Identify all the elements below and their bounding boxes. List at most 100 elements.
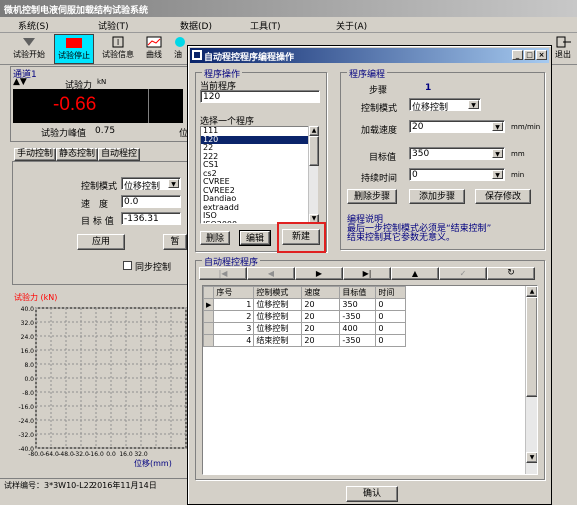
- program-list[interactable]: 111 120 22 222 CS1 cs2 CVREE CVREE2 Dandiao extra…: [200, 126, 316, 224]
- chevron-down-icon[interactable]: ▼: [492, 170, 503, 179]
- menu-test[interactable]: 试验(T): [98, 19, 129, 32]
- first-record-icon[interactable]: |◀: [199, 267, 247, 280]
- curve-button[interactable]: 曲线: [142, 34, 166, 64]
- program-list-item[interactable]: 22: [201, 143, 315, 153]
- grid-cell[interactable]: 位移控制: [253, 298, 303, 311]
- grid-cell[interactable]: 0: [375, 310, 407, 323]
- maximize-icon[interactable]: □: [524, 50, 535, 60]
- menu-about[interactable]: 关于(A): [336, 19, 367, 32]
- grid-cell[interactable]: 0: [375, 322, 407, 335]
- scroll-up-icon[interactable]: ▲: [526, 286, 537, 297]
- chevron-down-icon[interactable]: ▼: [492, 149, 503, 158]
- chevron-down-icon[interactable]: ▼: [168, 179, 179, 188]
- plot-xtick: -80.0: [28, 451, 44, 458]
- manual-target-field[interactable]: -136.31: [121, 212, 181, 225]
- info-icon: I: [112, 36, 124, 48]
- scroll-down-icon[interactable]: ▼: [526, 452, 537, 463]
- ok-button[interactable]: 确认: [346, 486, 398, 502]
- grid-column-header[interactable]: 控制模式: [253, 286, 303, 299]
- program-list-item[interactable]: 111: [201, 127, 315, 136]
- grid-cell[interactable]: 350: [339, 298, 377, 311]
- sort-arrows-icon[interactable]: ▲▼: [13, 77, 27, 87]
- grid-cell[interactable]: 位移控制: [253, 310, 303, 323]
- grid-cell[interactable]: 4: [213, 334, 255, 347]
- table-row[interactable]: 4 结束控制 20 -350 0: [203, 334, 407, 347]
- prior-record-icon[interactable]: ◀: [247, 267, 295, 280]
- grid-cell[interactable]: 20: [301, 310, 341, 323]
- grid-cell[interactable]: 结束控制: [253, 334, 303, 347]
- mode-value: 位移控制: [412, 103, 449, 113]
- start-test-button[interactable]: 试验开始: [8, 34, 50, 64]
- manual-speed-field[interactable]: 0.0: [121, 195, 181, 208]
- speed-select[interactable]: 20 ▼: [409, 120, 505, 133]
- hold-select[interactable]: 0 ▼: [409, 168, 505, 181]
- grid-cell[interactable]: 2: [213, 310, 255, 323]
- tab-manual[interactable]: 手动控制: [14, 148, 56, 161]
- grid-column-header[interactable]: 序号: [213, 286, 255, 299]
- menu-system[interactable]: 系统(S): [18, 19, 49, 32]
- auto-program-group: 自动程控程序 |◀ ◀ ▶ ▶| ▲ ✓ ↻ 序号 控制模式 速度 目标值 时间 ▶ 1 位移…: [195, 255, 545, 480]
- tab-static[interactable]: 静态控制: [56, 148, 98, 161]
- grid-cell[interactable]: 20: [301, 322, 341, 335]
- sync-checkbox[interactable]: [123, 261, 132, 270]
- oil-button[interactable]: 油: [170, 34, 186, 64]
- program-list-item[interactable]: 120: [201, 135, 315, 144]
- plot-ytick: 8.0: [24, 362, 34, 369]
- plot-ytick: -32.0: [18, 432, 34, 439]
- close-icon[interactable]: ×: [536, 50, 547, 60]
- grid-cell[interactable]: 0: [375, 298, 407, 311]
- next-record-icon[interactable]: ▶: [295, 267, 343, 280]
- menu-tools[interactable]: 工具(T): [250, 19, 281, 32]
- scroll-up-icon[interactable]: ▲: [309, 126, 319, 136]
- tab-auto[interactable]: 自动程控: [98, 148, 140, 161]
- table-row[interactable]: 3 位移控制 20 400 0: [203, 322, 407, 335]
- menu-data[interactable]: 数据(D): [180, 19, 212, 32]
- save-changes-button[interactable]: 保存修改: [475, 189, 531, 204]
- grid-cell[interactable]: 20: [301, 298, 341, 311]
- delete-step-button[interactable]: 删除步骤: [347, 189, 397, 204]
- plot-ytick: 0.0: [24, 376, 34, 383]
- grid-column-header[interactable]: 速度: [301, 286, 341, 299]
- delete-program-button[interactable]: 删除: [200, 231, 230, 245]
- grid-vscrollbar[interactable]: ▲ ▼: [525, 286, 537, 474]
- manual-speed-label: 速 度: [81, 200, 109, 210]
- grid-cell[interactable]: -350: [339, 334, 377, 347]
- add-step-button[interactable]: 添加步骤: [409, 189, 465, 204]
- target-select[interactable]: 350 ▼: [409, 147, 505, 160]
- exit-button[interactable]: 退出: [551, 34, 575, 64]
- grid-cell[interactable]: 20: [301, 334, 341, 347]
- grid-cell[interactable]: 3: [213, 322, 255, 335]
- current-program-field[interactable]: 120: [200, 90, 320, 103]
- table-row[interactable]: 2 位移控制 20 -350 0: [203, 310, 407, 323]
- insert-record-icon[interactable]: ▲: [391, 267, 439, 280]
- stop-test-button[interactable]: 试验停止: [54, 34, 94, 64]
- grid-cell[interactable]: -350: [339, 310, 377, 323]
- post-edit-icon[interactable]: ✓: [439, 267, 487, 280]
- new-program-button[interactable]: 新建: [282, 229, 320, 245]
- chevron-down-icon[interactable]: ▼: [468, 100, 479, 109]
- grid-cell[interactable]: 1: [213, 298, 255, 311]
- grid-column-header[interactable]: 时间: [375, 286, 407, 299]
- grid-column-header[interactable]: 目标值: [339, 286, 377, 299]
- edit-program-button[interactable]: 编辑: [239, 230, 271, 246]
- chevron-down-icon[interactable]: ▼: [492, 122, 503, 131]
- mode-select[interactable]: 位移控制 ▼: [409, 98, 481, 113]
- pause-button[interactable]: 暂: [163, 234, 187, 250]
- grid-cell[interactable]: 位移控制: [253, 322, 303, 335]
- grid-cell[interactable]: 0: [375, 334, 407, 347]
- minimize-icon[interactable]: _: [512, 50, 523, 60]
- refresh-icon[interactable]: ↻: [487, 267, 535, 280]
- program-grid[interactable]: 序号 控制模式 速度 目标值 时间 ▶ 1 位移控制 20 350 0 2 位移控制 20 -350 0 3 位移…: [202, 285, 538, 475]
- program-list-item[interactable]: CS1: [201, 160, 315, 170]
- manual-mode-select[interactable]: 位移控制 ▼: [121, 177, 181, 192]
- grid-scroll-thumb[interactable]: [526, 297, 537, 397]
- scroll-thumb[interactable]: [309, 136, 319, 166]
- grid-cell[interactable]: 400: [339, 322, 377, 335]
- test-info-button[interactable]: I 试验信息: [98, 34, 138, 64]
- apply-button[interactable]: 应用: [77, 234, 125, 250]
- program-list-item[interactable]: extraadd: [201, 203, 315, 213]
- program-list-scrollbar[interactable]: ▲ ▼: [308, 126, 319, 224]
- last-record-icon[interactable]: ▶|: [343, 267, 391, 280]
- table-row[interactable]: ▶ 1 位移控制 20 350 0: [203, 298, 407, 311]
- exit-label: 退出: [555, 50, 571, 59]
